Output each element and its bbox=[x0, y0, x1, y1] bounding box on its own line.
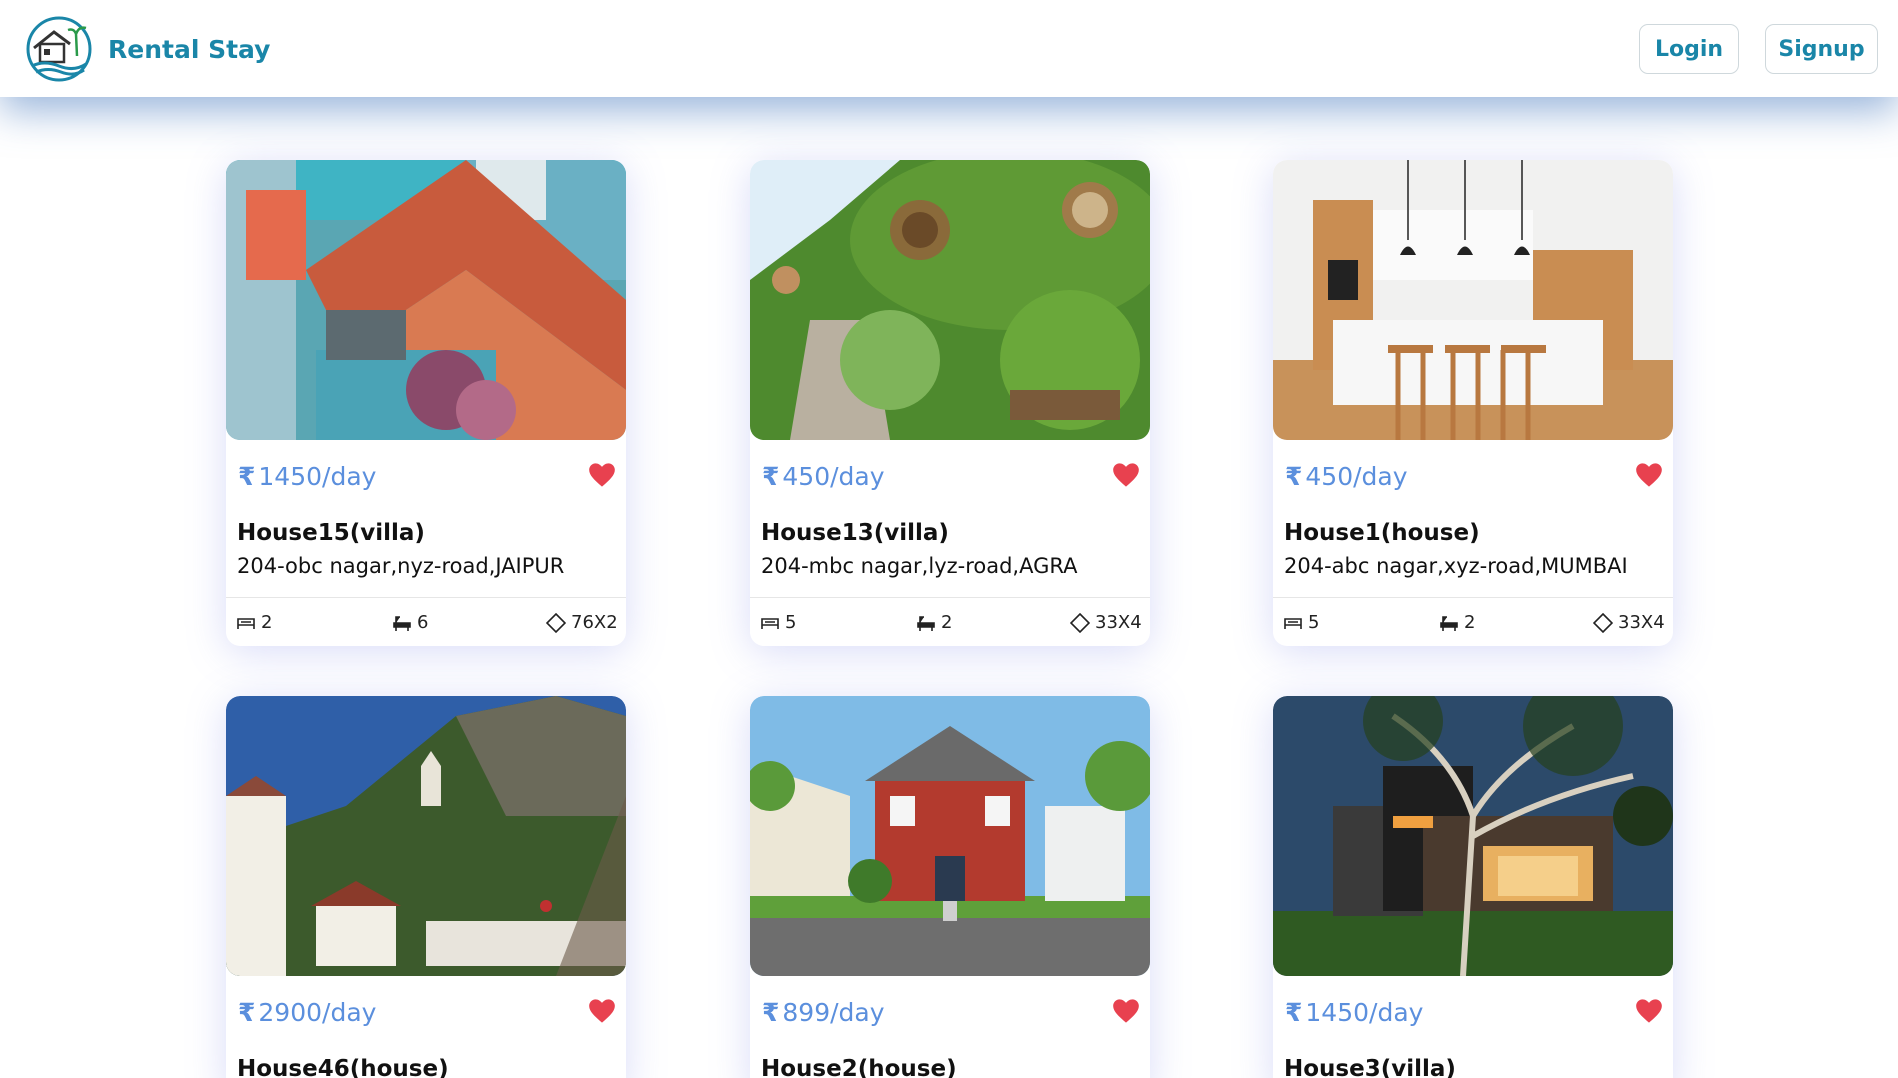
price-row: ₹1450/day bbox=[1273, 976, 1673, 1036]
price: ₹450/day bbox=[1285, 462, 1408, 491]
bathtub-icon bbox=[1440, 615, 1458, 631]
price-value: 450/day bbox=[1305, 462, 1408, 491]
bed-icon bbox=[761, 617, 779, 629]
beds-count: 5 bbox=[1308, 612, 1320, 633]
listing-image[interactable] bbox=[750, 160, 1150, 440]
price-row: ₹2900/day bbox=[226, 976, 626, 1036]
favorite-heart-icon[interactable] bbox=[1112, 998, 1140, 1024]
listing-image[interactable] bbox=[226, 696, 626, 976]
rupee-icon: ₹ bbox=[238, 462, 256, 491]
price: ₹899/day bbox=[762, 998, 885, 1027]
signup-button[interactable]: Signup bbox=[1765, 24, 1878, 74]
top-navbar: Rental Stay Login Signup bbox=[0, 0, 1898, 97]
bed-icon bbox=[1284, 617, 1302, 629]
listing-features: 5 2 33X4 bbox=[750, 598, 1150, 646]
listing-title[interactable]: House46(house) bbox=[226, 1036, 626, 1078]
beds-feature: 2 bbox=[236, 612, 272, 633]
favorite-heart-icon[interactable] bbox=[588, 462, 616, 488]
rupee-icon: ₹ bbox=[1285, 998, 1303, 1027]
rupee-icon: ₹ bbox=[762, 998, 780, 1027]
area-feature: 33X4 bbox=[1593, 612, 1665, 633]
area-diamond-icon bbox=[546, 612, 566, 633]
price: ₹450/day bbox=[762, 462, 885, 491]
listing-image[interactable] bbox=[226, 160, 626, 440]
listing-card[interactable]: ₹2900/day House46(house) bbox=[226, 696, 626, 1078]
listing-card[interactable]: ₹1450/day House15(villa) 204-obc nagar,n… bbox=[226, 160, 626, 646]
listing-address: 204-obc nagar,nyz-road,JAIPUR bbox=[237, 554, 565, 578]
favorite-heart-icon[interactable] bbox=[1635, 462, 1663, 488]
price: ₹1450/day bbox=[1285, 998, 1423, 1027]
listing-image[interactable] bbox=[750, 696, 1150, 976]
listing-title[interactable]: House13(villa) bbox=[750, 500, 1150, 546]
baths-feature: 2 bbox=[1439, 612, 1475, 633]
favorite-heart-icon[interactable] bbox=[1635, 998, 1663, 1024]
listing-image[interactable] bbox=[1273, 696, 1673, 976]
rupee-icon: ₹ bbox=[762, 462, 780, 491]
login-button[interactable]: Login bbox=[1639, 24, 1739, 74]
price-value: 2900/day bbox=[258, 998, 377, 1027]
baths-count: 2 bbox=[1464, 612, 1476, 633]
price-value: 1450/day bbox=[1305, 998, 1424, 1027]
area-value: 33X4 bbox=[1618, 612, 1665, 633]
favorite-heart-icon[interactable] bbox=[588, 998, 616, 1024]
listing-title[interactable]: House15(villa) bbox=[226, 500, 626, 546]
price: ₹1450/day bbox=[238, 462, 376, 491]
brand[interactable]: Rental Stay bbox=[24, 14, 270, 84]
price-row: ₹1450/day bbox=[226, 440, 626, 500]
rupee-icon: ₹ bbox=[238, 998, 256, 1027]
rupee-icon: ₹ bbox=[1285, 462, 1303, 491]
baths-feature: 6 bbox=[392, 612, 428, 633]
area-diamond-icon bbox=[1593, 612, 1613, 633]
bathtub-icon bbox=[393, 615, 411, 631]
baths-count: 2 bbox=[941, 612, 953, 633]
listing-card[interactable]: ₹450/day House1(house) 204-abc nagar,xyz… bbox=[1273, 160, 1673, 646]
price-row: ₹899/day bbox=[750, 976, 1150, 1036]
area-diamond-icon bbox=[1070, 612, 1090, 633]
listing-features: 2 6 76X2 bbox=[226, 598, 626, 646]
price-value: 450/day bbox=[782, 462, 885, 491]
beds-count: 5 bbox=[785, 612, 797, 633]
area-value: 76X2 bbox=[571, 612, 618, 633]
bathtub-icon bbox=[917, 615, 935, 631]
listing-image[interactable] bbox=[1273, 160, 1673, 440]
listing-address: 204-mbc nagar,lyz-road,AGRA bbox=[761, 554, 1078, 578]
price-row: ₹450/day bbox=[1273, 440, 1673, 500]
price: ₹2900/day bbox=[238, 998, 376, 1027]
area-value: 33X4 bbox=[1095, 612, 1142, 633]
listing-card[interactable]: ₹899/day House2(house) bbox=[750, 696, 1150, 1078]
bed-icon bbox=[237, 617, 255, 629]
price-value: 1450/day bbox=[258, 462, 377, 491]
beds-feature: 5 bbox=[760, 612, 796, 633]
listing-title[interactable]: House3(villa) bbox=[1273, 1036, 1673, 1078]
listing-title[interactable]: House2(house) bbox=[750, 1036, 1150, 1078]
listing-address: 204-abc nagar,xyz-road,MUMBAI bbox=[1284, 554, 1628, 578]
area-feature: 33X4 bbox=[1070, 612, 1142, 633]
price-value: 899/day bbox=[782, 998, 885, 1027]
house-logo-icon bbox=[26, 16, 92, 82]
listing-title[interactable]: House1(house) bbox=[1273, 500, 1673, 546]
favorite-heart-icon[interactable] bbox=[1112, 462, 1140, 488]
baths-count: 6 bbox=[417, 612, 429, 633]
beds-count: 2 bbox=[261, 612, 273, 633]
listing-features: 5 2 33X4 bbox=[1273, 598, 1673, 646]
price-row: ₹450/day bbox=[750, 440, 1150, 500]
listing-card[interactable]: ₹1450/day House3(villa) bbox=[1273, 696, 1673, 1078]
brand-name: Rental Stay bbox=[108, 34, 271, 64]
baths-feature: 2 bbox=[916, 612, 952, 633]
listing-card[interactable]: ₹450/day House13(villa) 204-mbc nagar,ly… bbox=[750, 160, 1150, 646]
area-feature: 76X2 bbox=[546, 612, 618, 633]
beds-feature: 5 bbox=[1283, 612, 1319, 633]
